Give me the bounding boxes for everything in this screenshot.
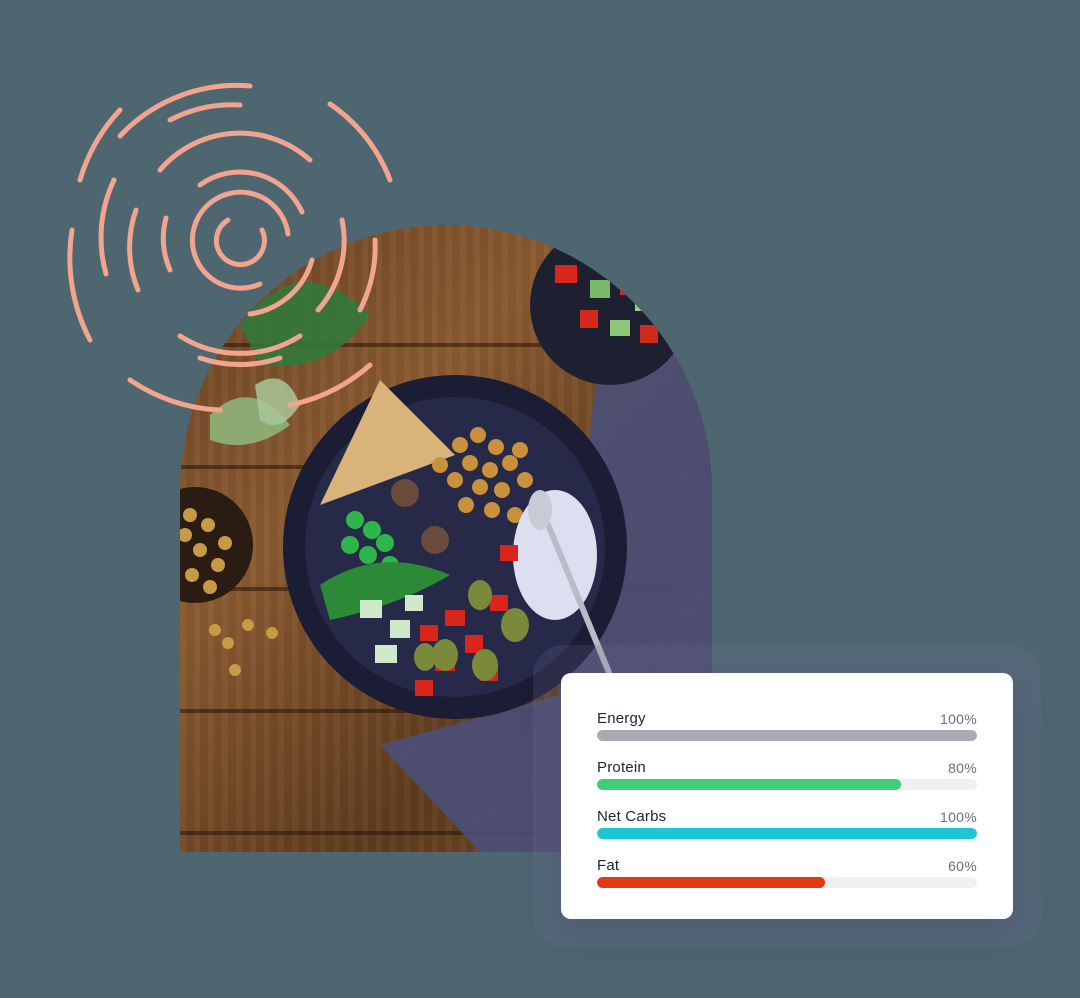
yogurt	[513, 490, 597, 620]
progress-bar-net-carbs	[597, 828, 977, 839]
salad-bowl-small	[530, 225, 690, 385]
nutrient-percent: 60%	[948, 858, 977, 874]
nutrient-percent: 80%	[948, 760, 977, 776]
nutrition-card: Energy 100% Protein 80% Net Carbs 100% F…	[561, 673, 1013, 919]
progress-track	[597, 730, 977, 741]
progress-track	[597, 828, 977, 839]
nutrient-label: Protein	[597, 759, 646, 776]
nutrient-row-fat: Fat 60%	[597, 854, 977, 903]
progress-track	[597, 779, 977, 790]
concentric-arcs-decoration	[67, 82, 393, 413]
progress-bar-energy	[597, 730, 977, 741]
progress-bar-protein	[597, 779, 901, 790]
progress-bar-fat	[597, 877, 825, 888]
nutrient-percent: 100%	[939, 711, 977, 727]
nutrient-percent: 100%	[939, 809, 977, 825]
nutrient-row-net-carbs: Net Carbs 100%	[597, 805, 977, 854]
nutrient-row-energy: Energy 100%	[597, 707, 977, 756]
nutrient-row-protein: Protein 80%	[597, 756, 977, 805]
nutrient-label: Net Carbs	[597, 808, 667, 825]
hero-illustration: Energy 100% Protein 80% Net Carbs 100% F…	[0, 0, 1080, 998]
progress-track	[597, 877, 977, 888]
nutrient-label: Fat	[597, 857, 620, 874]
nutrient-label: Energy	[597, 710, 646, 727]
